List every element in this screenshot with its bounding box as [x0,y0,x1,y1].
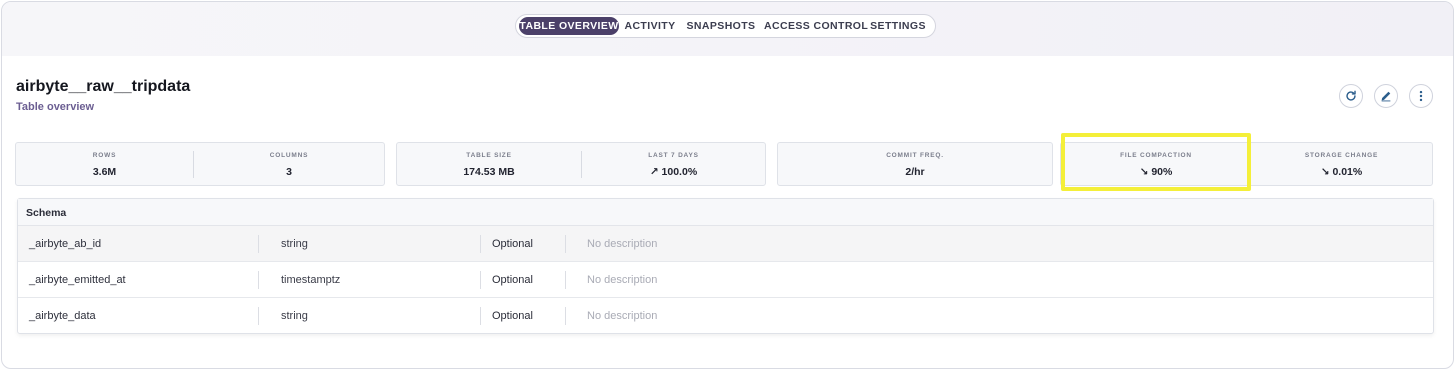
tab-snapshots[interactable]: SNAPSHOTS [686,17,756,35]
app-window: TABLE OVERVIEW ACTIVITY SNAPSHOTS ACCESS… [1,1,1454,369]
stat-value: ↘ 0.01% [1320,166,1363,178]
column-description[interactable]: No description [587,274,657,286]
refresh-button[interactable] [1339,84,1363,108]
stat-label: STORAGE CHANGE [1304,152,1379,159]
column-required: Optional [492,274,533,286]
tab-activity[interactable]: ACTIVITY [622,17,678,35]
stat-value: 174.53 MB [463,166,515,178]
stat-card-size-growth: TABLE SIZE 174.53 MB LAST 7 DAYS ↗ 100.0… [396,142,766,186]
column-separator [258,307,259,325]
column-separator [565,271,566,289]
stat-label: LAST 7 DAYS [648,152,699,159]
column-description[interactable]: No description [587,310,657,322]
column-separator [480,235,481,253]
stat-label: FILE COMPACTION [1120,152,1192,159]
column-name: _airbyte_data [29,310,96,322]
stat-value: 2/hr [905,166,925,178]
column-separator [258,271,259,289]
stat-last-7-days: LAST 7 DAYS ↗ 100.0% [582,143,765,185]
stat-table-size: TABLE SIZE 174.53 MB [397,143,581,185]
stat-card-compaction-storage: FILE COMPACTION ↘ 90% STORAGE CHANGE ↘ 0… [1060,142,1433,186]
schema-header: Schema [18,199,1433,226]
stat-value: 3 [286,166,292,178]
stat-storage-change: STORAGE CHANGE ↘ 0.01% [1251,143,1432,185]
more-vertical-icon [1419,90,1423,102]
page-subtitle: Table overview [16,101,95,113]
stat-label: COMMIT FREQ. [886,152,944,159]
stat-label: COLUMNS [269,152,309,159]
column-separator [565,307,566,325]
stat-value: 3.6M [92,166,117,178]
refresh-icon [1346,90,1356,101]
stat-rows: ROWS 3.6M [16,143,193,185]
stat-value: ↘ 90% [1139,166,1173,178]
table-row[interactable]: _airbyte_data string Optional No descrip… [18,298,1433,334]
column-description[interactable]: No description [587,238,657,250]
table-row[interactable]: _airbyte_emitted_at timestamptz Optional… [18,262,1433,298]
column-type: timestamptz [281,274,341,286]
edit-icon [1381,91,1391,102]
stat-commit-freq: COMMIT FREQ. 2/hr [778,143,1052,185]
column-separator [480,271,481,289]
column-type: string [281,310,308,322]
stat-label: ROWS [92,152,117,159]
tab-access-control[interactable]: ACCESS CONTROL [764,17,868,35]
stat-card-commit-freq: COMMIT FREQ. 2/hr [777,142,1053,186]
column-separator [565,235,566,253]
tab-settings[interactable]: SETTINGS [868,17,928,35]
schema-title: Schema [26,207,67,219]
column-required: Optional [492,310,533,322]
table-row[interactable]: _airbyte_ab_id string Optional No descri… [18,226,1433,262]
more-button[interactable] [1409,84,1433,108]
tab-bar: TABLE OVERVIEW ACTIVITY SNAPSHOTS ACCESS… [515,14,936,38]
top-bar: TABLE OVERVIEW ACTIVITY SNAPSHOTS ACCESS… [2,2,1453,56]
stat-label: TABLE SIZE [466,152,512,159]
column-separator [480,307,481,325]
column-required: Optional [492,238,533,250]
stat-columns: COLUMNS 3 [194,143,384,185]
column-separator [258,235,259,253]
stat-file-compaction: FILE COMPACTION ↘ 90% [1061,143,1251,185]
tab-table-overview[interactable]: TABLE OVERVIEW [519,17,619,35]
stat-value: ↗ 100.0% [649,166,698,178]
column-type: string [281,238,308,250]
column-name: _airbyte_emitted_at [29,274,126,286]
schema-table: Schema _airbyte_ab_id string Optional No… [17,198,1434,334]
column-name: _airbyte_ab_id [29,238,102,250]
edit-button[interactable] [1374,84,1398,108]
page-title: airbyte__raw__tripdata [16,78,191,95]
stat-card-rows-columns: ROWS 3.6M COLUMNS 3 [15,142,385,186]
